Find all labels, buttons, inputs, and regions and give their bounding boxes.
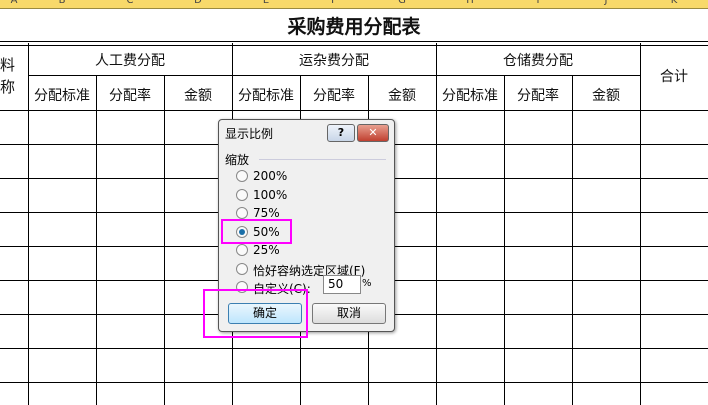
zoom-dialog: 显示比例 ? ✕ 缩放 200% 100% 75% 50% 25% 恰好容纳选定区域(F)… xyxy=(218,119,395,332)
col-I[interactable]: I xyxy=(528,0,548,6)
zoom-option-label[interactable]: 自定义(C): xyxy=(253,280,311,297)
col-K[interactable]: K xyxy=(664,0,684,6)
group-storage: 仓储费分配 xyxy=(503,53,573,69)
zoom-radio[interactable] xyxy=(236,244,248,256)
zoom-radio[interactable] xyxy=(236,262,248,275)
zoom-radio[interactable] xyxy=(236,170,248,182)
section-divider xyxy=(259,159,386,160)
row-line xyxy=(0,110,708,111)
title-divider xyxy=(0,41,708,46)
left-header-1: 料 xyxy=(0,56,16,74)
group-labor: 人工费分配 xyxy=(95,53,165,69)
percent-sign: % xyxy=(362,278,372,289)
sheet-title: 采购费用分配表 xyxy=(287,16,421,38)
col-A[interactable]: A xyxy=(4,0,24,6)
zoom-option-label[interactable]: 100% xyxy=(253,188,287,202)
sub-header: 分配标准 xyxy=(34,88,90,104)
dialog-title: 显示比例 xyxy=(225,127,274,141)
col-H[interactable]: H xyxy=(460,0,480,6)
column-line xyxy=(164,75,165,405)
col-D[interactable]: D xyxy=(188,0,208,6)
help-button[interactable]: ? xyxy=(327,124,355,142)
col-C[interactable]: C xyxy=(120,0,140,6)
row-line xyxy=(28,75,640,76)
custom-zoom-input[interactable]: 50 xyxy=(323,275,361,294)
cancel-button[interactable]: 取消 xyxy=(312,303,386,324)
sub-header: 金额 xyxy=(592,88,620,104)
col-E[interactable]: E xyxy=(256,0,276,6)
row-line xyxy=(0,348,708,349)
zoom-option-label[interactable]: 75% xyxy=(253,206,280,220)
zoom-option-label[interactable]: 25% xyxy=(253,243,280,257)
zoom-radio[interactable] xyxy=(236,281,248,293)
col-B[interactable]: B xyxy=(52,0,72,6)
column-line xyxy=(640,43,641,405)
col-F[interactable]: F xyxy=(324,0,344,6)
column-headers: A B C D E F G H I J K xyxy=(0,0,708,9)
total-header: 合计 xyxy=(660,69,688,85)
ok-button[interactable]: 确定 xyxy=(228,303,302,324)
row-line xyxy=(0,382,708,383)
zoom-option-label[interactable]: 50% xyxy=(253,225,280,239)
column-line xyxy=(504,75,505,405)
zoom-radio[interactable] xyxy=(236,207,248,219)
zoom-radio[interactable] xyxy=(236,188,248,201)
sub-header: 分配率 xyxy=(313,88,355,104)
close-button[interactable]: ✕ xyxy=(357,124,389,142)
column-line xyxy=(572,75,573,405)
col-G[interactable]: G xyxy=(392,0,412,6)
sub-header: 分配率 xyxy=(517,88,559,104)
group-freight: 运杂费分配 xyxy=(299,53,369,69)
column-line xyxy=(96,75,97,405)
sub-header: 金额 xyxy=(388,88,416,104)
zoom-option-label[interactable]: 200% xyxy=(253,169,287,183)
zoom-radio[interactable] xyxy=(236,225,248,238)
left-header-2: 称 xyxy=(0,78,16,96)
sub-header: 分配标准 xyxy=(238,88,294,104)
sub-header: 分配标准 xyxy=(442,88,498,104)
sub-header: 分配率 xyxy=(109,88,151,104)
col-J[interactable]: J xyxy=(596,0,616,6)
sub-header: 金额 xyxy=(184,88,212,104)
zoom-section-label: 缩放 xyxy=(225,153,250,167)
